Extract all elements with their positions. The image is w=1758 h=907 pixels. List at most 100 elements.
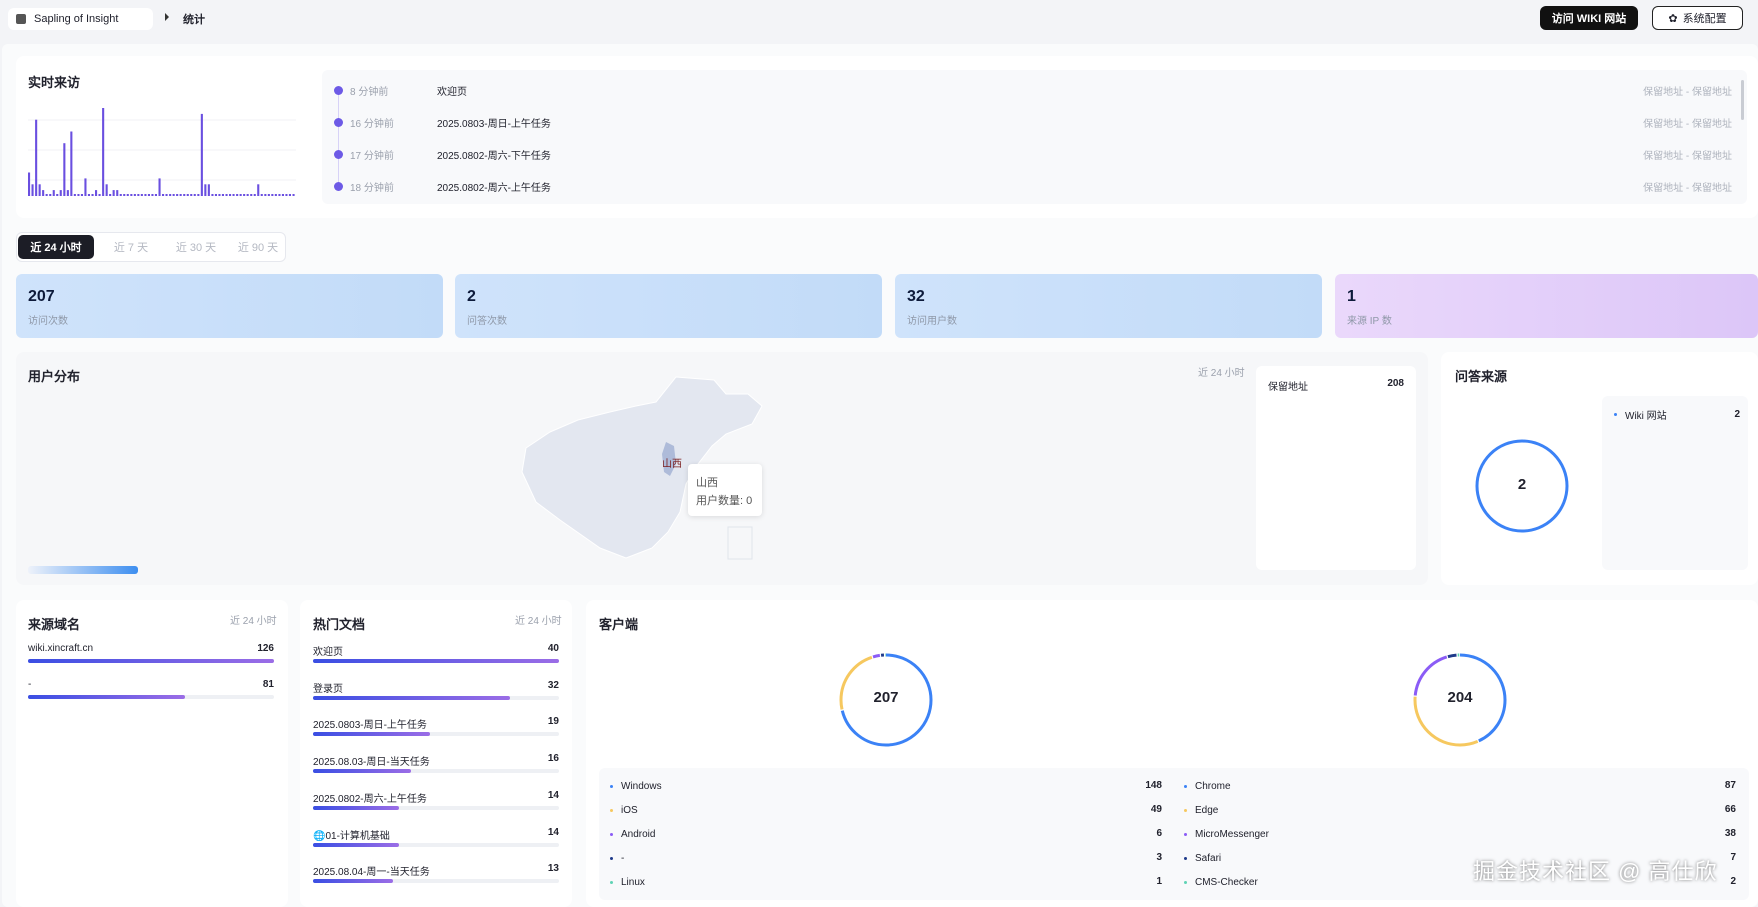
breadcrumb: 统计 <box>183 14 205 26</box>
visit-wiki-button[interactable]: 访问 WIKI 网站 <box>1540 6 1638 30</box>
list-item-bar-fill <box>313 695 510 700</box>
breadcrumb-chevron-icon <box>165 13 169 21</box>
tab-24h[interactable]: 近 24 小时 <box>18 235 94 259</box>
legend-item[interactable]: Windows <box>610 778 662 794</box>
stat-label: 访问次数 <box>28 316 68 327</box>
os-total: 207 <box>873 689 899 706</box>
realtime-bar <box>278 194 281 196</box>
hot-docs-range: 近 24 小时 <box>515 616 562 627</box>
stat-value: 207 <box>28 288 55 305</box>
list-item-bar <box>313 732 559 737</box>
qa-source-title: 问答来源 <box>1455 369 1508 384</box>
realtime-bar <box>176 194 179 196</box>
tab-7d[interactable]: 近 7 天 <box>103 235 159 259</box>
legend-item[interactable]: Linux <box>610 874 645 890</box>
legend-item[interactable]: Android <box>610 826 655 842</box>
clients-title: 客户端 <box>599 617 639 632</box>
legend-dot <box>1184 880 1187 884</box>
list-item-bar <box>313 805 559 810</box>
map-visual-range-bar[interactable] <box>28 566 138 574</box>
visit-address: 保留地址 - 保留地址 <box>1643 182 1732 194</box>
list-item-label[interactable]: 欢迎页 <box>313 643 343 658</box>
realtime-bar <box>130 194 133 196</box>
app-brand[interactable]: Sapling of Insight <box>8 8 153 30</box>
time-range-tabs: 近 24 小时 近 7 天 近 30 天 近 90 天 <box>16 232 286 262</box>
stat-visits-card: 207 访问次数 <box>16 274 443 338</box>
legend-item[interactable]: Edge <box>1184 802 1218 818</box>
realtime-bar <box>207 184 210 196</box>
visit-page: 2025.0803-周日-上午任务 <box>437 118 551 130</box>
clock-icon <box>334 117 343 127</box>
list-item-label[interactable]: wiki.xincraft.cn <box>28 643 93 654</box>
legend-item[interactable]: Chrome <box>1184 778 1231 794</box>
legend-dot <box>610 856 613 860</box>
list-item[interactable]: 18 分钟前 2025.0802-周六-上午任务 保留地址 - 保留地址 <box>322 176 1732 196</box>
list-item-label[interactable]: 2025.08.03-周日-当天任务 <box>313 753 430 768</box>
realtime-bar <box>292 194 295 196</box>
realtime-bar <box>288 194 291 196</box>
legend-item[interactable]: - <box>610 850 624 866</box>
legend-dot <box>1184 784 1187 788</box>
realtime-bar <box>243 194 246 196</box>
visit-page: 欢迎页 <box>437 86 467 98</box>
list-item-value: 13 <box>547 863 559 875</box>
stat-value: 1 <box>1347 288 1356 305</box>
stat-label: 来源 IP 数 <box>1347 316 1392 327</box>
realtime-bar <box>260 194 263 196</box>
realtime-bar <box>218 194 221 196</box>
realtime-bar <box>77 194 80 196</box>
list-item[interactable]: 16 分钟前 2025.0803-周日-上午任务 保留地址 - 保留地址 <box>322 112 1732 132</box>
legend-dot <box>610 832 613 836</box>
legend-item[interactable]: Safari <box>1184 850 1221 866</box>
list-item-value: 14 <box>547 789 559 801</box>
system-settings-button[interactable]: ✿ 系统配置 <box>1652 6 1743 30</box>
realtime-bar <box>123 194 126 196</box>
legend-value: 2 <box>1734 409 1740 420</box>
list-item-bar <box>313 842 559 847</box>
list-item-label[interactable]: 🌐01-计算机基础 <box>313 827 390 842</box>
legend-value: 148 <box>1145 780 1162 791</box>
tab-90d[interactable]: 近 90 天 <box>231 235 285 259</box>
tab-30d[interactable]: 近 30 天 <box>167 235 225 259</box>
legend-value: 3 <box>1156 852 1162 863</box>
watermark: 掘金技术社区 @ 高仕欣 <box>1473 859 1718 884</box>
realtime-bar <box>112 190 115 196</box>
clock-icon <box>334 85 343 95</box>
distribution-title: 用户分布 <box>28 369 81 384</box>
realtime-bar <box>137 194 140 196</box>
visit-list-scrollbar[interactable] <box>1741 80 1744 120</box>
realtime-bar <box>200 113 203 196</box>
realtime-bar <box>28 172 31 196</box>
legend-item[interactable]: iOS <box>610 802 638 818</box>
realtime-bar <box>66 190 69 196</box>
list-item-label[interactable]: 2025.0802-周六-上午任务 <box>313 790 427 805</box>
list-item-bar-fill <box>313 769 412 774</box>
legend-dot <box>610 880 613 884</box>
realtime-bar <box>140 194 143 196</box>
realtime-bar <box>214 194 217 196</box>
list-item-label[interactable]: - <box>28 679 31 690</box>
tooltip-title: 山西 <box>696 477 718 489</box>
list-item[interactable]: 17 分钟前 2025.0802-周六-下午任务 保留地址 - 保留地址 <box>322 144 1732 164</box>
region-name: 保留地址 <box>1268 382 1308 393</box>
stat-label: 问答次数 <box>467 316 507 327</box>
realtime-bar <box>239 194 242 196</box>
list-item-label[interactable]: 登录页 <box>313 680 343 695</box>
region-value: 208 <box>1387 378 1404 389</box>
visit-address: 保留地址 - 保留地址 <box>1643 118 1732 130</box>
list-item-bar-fill <box>28 695 186 699</box>
realtime-bar <box>229 194 232 196</box>
legend-label: iOS <box>621 804 638 816</box>
realtime-bar <box>225 194 228 196</box>
list-item-value: 40 <box>547 643 559 654</box>
legend-value: 1 <box>1156 876 1162 887</box>
realtime-bar <box>172 194 175 196</box>
stat-users-card: 32 访问用户数 <box>895 274 1322 338</box>
visit-time: 16 分钟前 <box>350 118 394 130</box>
list-item-label[interactable]: 2025.08.04-周一-当天任务 <box>313 863 430 878</box>
legend-item[interactable]: MicroMessenger <box>1184 826 1269 842</box>
qa-source-total: 2 <box>1517 476 1527 493</box>
list-item-label[interactable]: 2025.0803-周日-上午任务 <box>313 716 427 731</box>
legend-item[interactable]: CMS-Checker <box>1184 874 1258 890</box>
list-item[interactable]: 8 分钟前 欢迎页 保留地址 - 保留地址 <box>322 80 1732 100</box>
